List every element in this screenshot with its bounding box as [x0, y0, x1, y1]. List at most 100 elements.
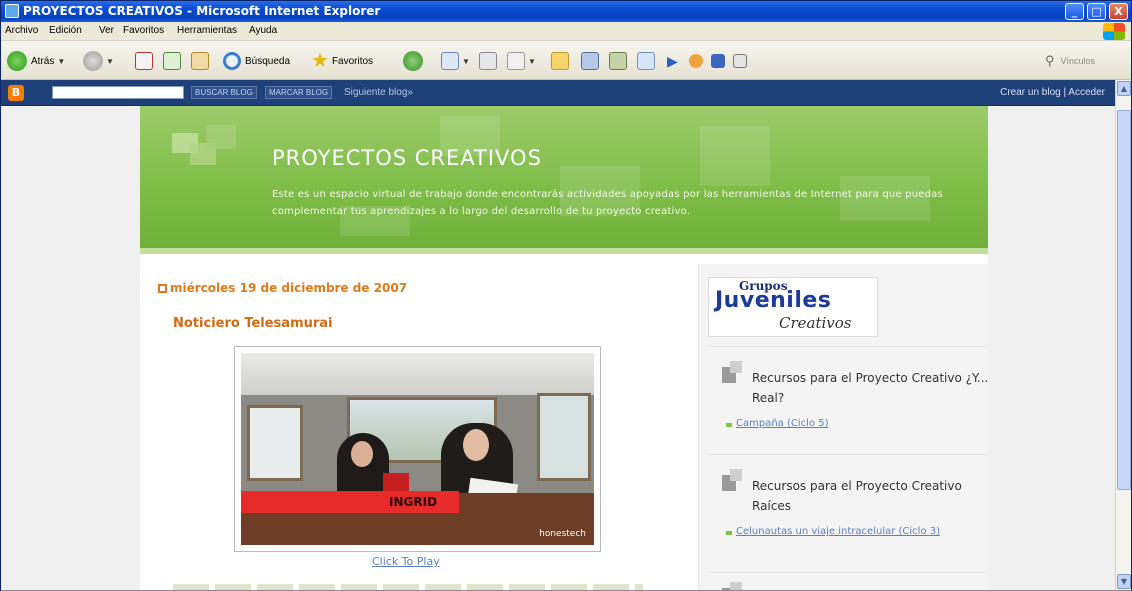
- media-icon: [689, 54, 703, 68]
- play-icon: ▶: [667, 52, 678, 69]
- mail-dropdown-icon[interactable]: ▼: [462, 57, 470, 66]
- next-blog-link[interactable]: Siguiente blog»: [344, 87, 413, 98]
- research-button[interactable]: [609, 50, 627, 72]
- close-button[interactable]: X: [1109, 3, 1128, 20]
- sidebar-link[interactable]: Celunautas un viaje intracelular (Ciclo …: [736, 525, 976, 539]
- history-button[interactable]: [403, 50, 423, 72]
- edit-icon: [507, 52, 525, 70]
- scroll-up-icon[interactable]: ▲: [1117, 81, 1131, 96]
- date-icon: [158, 284, 167, 293]
- back-label: Atrás: [31, 55, 55, 67]
- vertical-scrollbar[interactable]: ▲ ▼: [1115, 80, 1131, 590]
- header-bottom-bar: [140, 248, 988, 254]
- video-watermark: honestech: [539, 529, 586, 539]
- back-arrow-icon: [7, 51, 27, 71]
- edit-button[interactable]: ▼: [507, 50, 536, 72]
- maximize-button[interactable]: □: [1087, 3, 1106, 20]
- favorites-label: Favoritos: [331, 55, 374, 67]
- click-to-play-link[interactable]: Click To Play: [372, 555, 440, 568]
- forward-button[interactable]: ▼: [83, 50, 114, 72]
- sidebar-divider: [708, 454, 988, 455]
- screen-icon: [711, 54, 725, 68]
- search-icon: [223, 52, 241, 70]
- page-viewport: PROYECTOS CREATIVOS Este es un espacio v…: [1, 106, 1115, 590]
- menu-favoritos[interactable]: Favoritos: [123, 25, 164, 36]
- post-date: miércoles 19 de diciembre de 2007: [158, 281, 407, 295]
- refresh-icon: [163, 52, 181, 70]
- window-title: PROYECTOS CREATIVOS - Microsoft Internet…: [23, 4, 381, 18]
- blogger-navbar: B BUSCAR BLOG MARCAR BLOG Siguiente blog…: [1, 80, 1115, 106]
- windows-logo-icon: [1103, 23, 1125, 40]
- blog-header: PROYECTOS CREATIVOS Este es un espacio v…: [140, 106, 988, 254]
- search-label: Búsqueda: [245, 55, 291, 67]
- forward-dropdown-icon[interactable]: ▼: [106, 57, 114, 66]
- minimize-button[interactable]: _: [1065, 3, 1084, 20]
- flag-blog-button[interactable]: MARCAR BLOG: [265, 86, 333, 99]
- forward-arrow-icon: [83, 51, 103, 71]
- msn-icon: [637, 52, 655, 70]
- blog-page: PROYECTOS CREATIVOS Este es un espacio v…: [140, 106, 988, 590]
- links-button[interactable]: ⚲ Vínculos: [1045, 50, 1095, 72]
- home-button[interactable]: [191, 50, 209, 72]
- post-title[interactable]: Noticiero Telesamurai: [173, 316, 333, 331]
- sidebar-link[interactable]: Campaña (Ciclo 5): [736, 417, 976, 431]
- stop-icon: [135, 52, 153, 70]
- mail-button[interactable]: ▼: [441, 50, 470, 72]
- refresh-button[interactable]: [163, 50, 181, 72]
- menu-ver[interactable]: Ver: [99, 25, 114, 36]
- menu-archivo[interactable]: Archivo: [5, 25, 38, 36]
- sidebar-divider: [708, 572, 988, 573]
- edit-dropdown-icon[interactable]: ▼: [528, 57, 536, 66]
- video-player[interactable]: INGRID honestech: [234, 346, 601, 552]
- stop-button[interactable]: [135, 50, 153, 72]
- msn-button[interactable]: [637, 50, 655, 72]
- research-icon: [609, 52, 627, 70]
- print-button[interactable]: [479, 50, 497, 72]
- bullet-icon: [726, 423, 732, 427]
- star-icon: ★: [311, 50, 329, 72]
- sidebar-section-heading: Recursos para el Proyecto Creativo Raíce…: [752, 479, 962, 513]
- menu-edicion[interactable]: Edición: [49, 25, 82, 36]
- history-icon: [403, 51, 423, 71]
- section-icon: [722, 361, 744, 383]
- media-play-button[interactable]: ▶: [667, 50, 678, 72]
- blog-search-input[interactable]: [52, 86, 184, 99]
- ie-icon: [5, 4, 19, 18]
- links-label: Vínculos: [1060, 56, 1096, 66]
- screen-button[interactable]: [711, 50, 725, 72]
- video-thumbnail[interactable]: INGRID honestech: [241, 353, 594, 545]
- favorites-button[interactable]: ★ Favoritos: [311, 50, 373, 72]
- back-button[interactable]: Atrás ▼: [7, 50, 65, 72]
- browser-window: PROYECTOS CREATIVOS - Microsoft Internet…: [0, 0, 1132, 591]
- sidebar-section-heading: Recursos para el Proyecto Creativo ¿Y...…: [752, 371, 989, 405]
- media-button[interactable]: [689, 50, 703, 72]
- links-icon: ⚲: [1045, 53, 1055, 68]
- header-decoration: [206, 125, 236, 149]
- menu-herramientas[interactable]: Herramientas: [177, 25, 237, 36]
- print-icon: [479, 52, 497, 70]
- window-button[interactable]: [733, 50, 747, 72]
- mail-icon: [441, 52, 459, 70]
- blog-title[interactable]: PROYECTOS CREATIVOS: [272, 146, 542, 170]
- blog-description: Este es un espacio virtual de trabajo do…: [272, 189, 943, 217]
- section-icon: [722, 469, 744, 491]
- menu-bar: Archivo Edición Ver Favoritos Herramient…: [1, 22, 1131, 41]
- logo-main-text: Juveniles: [715, 288, 832, 313]
- search-blog-button[interactable]: BUSCAR BLOG: [191, 86, 257, 99]
- create-login-links[interactable]: Crear un blog | Acceder: [1000, 87, 1105, 98]
- search-button[interactable]: Búsqueda: [223, 50, 290, 72]
- post-date-text: miércoles 19 de diciembre de 2007: [170, 281, 408, 295]
- home-icon: [191, 52, 209, 70]
- scroll-thumb[interactable]: [1117, 110, 1131, 490]
- title-bar: PROYECTOS CREATIVOS - Microsoft Internet…: [1, 1, 1131, 22]
- menu-ayuda[interactable]: Ayuda: [249, 25, 277, 36]
- messenger-button[interactable]: [581, 50, 599, 72]
- folder-button[interactable]: [551, 50, 569, 72]
- toolbar: Atrás ▼ ▼ Búsqueda ★ Favoritos ▼ ▼ ▶ ⚲ V…: [1, 41, 1131, 80]
- folder-icon: [551, 52, 569, 70]
- blogger-logo-icon[interactable]: B: [8, 85, 24, 101]
- scroll-down-icon[interactable]: ▼: [1117, 574, 1131, 589]
- grupos-juveniles-logo[interactable]: Grupos Juveniles Creativos: [708, 277, 878, 337]
- logo-script-text: Creativos: [779, 314, 852, 332]
- back-dropdown-icon[interactable]: ▼: [57, 57, 65, 66]
